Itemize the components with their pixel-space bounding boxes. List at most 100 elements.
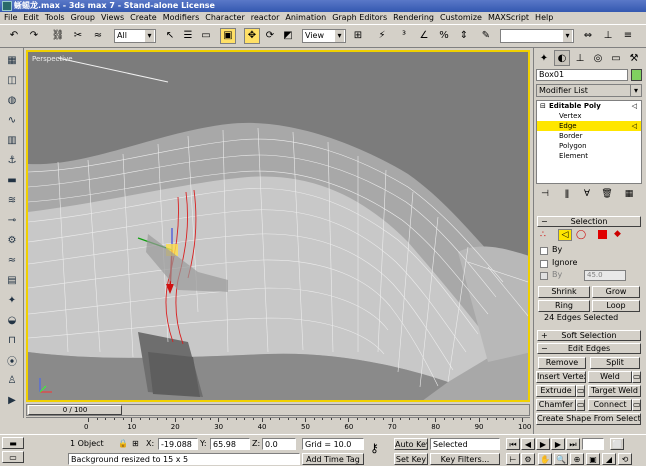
mini-listener-icon[interactable]: ▭	[2, 451, 24, 463]
menu-character[interactable]: Character	[205, 12, 245, 24]
menu-tools[interactable]: Tools	[45, 12, 65, 24]
connect-settings-button[interactable]: ▭	[632, 399, 641, 411]
deforming-mesh-icon[interactable]: ▥	[4, 132, 20, 148]
rigid-body-icon[interactable]: ▦	[4, 52, 20, 68]
redo-icon[interactable]: ↷	[26, 28, 42, 44]
selection-filter-dropdown[interactable]: All	[114, 29, 156, 43]
split-button[interactable]: Split	[590, 357, 640, 369]
menu-reactor[interactable]: reactor	[251, 12, 280, 24]
ignore-backfacing-checkbox[interactable]	[540, 260, 548, 268]
pivot-center-icon[interactable]: ⊞	[350, 28, 366, 44]
by-vertex-checkbox[interactable]	[540, 247, 548, 255]
percent-snap-icon[interactable]: %	[436, 28, 452, 44]
time-slider-thumb[interactable]: 0 / 100	[28, 405, 122, 415]
soft-body-icon[interactable]: ◍	[4, 92, 20, 108]
weld-button[interactable]: Weld	[588, 371, 632, 383]
soft-selection-rollout-header[interactable]: + Soft Selection	[537, 330, 641, 341]
reference-coordinate-dropdown[interactable]: View	[302, 29, 346, 43]
weld-settings-button[interactable]: ▭	[632, 371, 641, 383]
wind-icon[interactable]: ≈	[4, 252, 20, 268]
stack-item-edge[interactable]: Edge ◁	[537, 121, 641, 131]
field-of-view-icon[interactable]: ◢	[602, 453, 616, 465]
menu-maxscript[interactable]: MAXScript	[488, 12, 529, 24]
menu-modifiers[interactable]: Modifiers	[163, 12, 200, 24]
named-selection-sets-dropdown[interactable]	[500, 29, 574, 43]
menu-file[interactable]: File	[4, 12, 17, 24]
menu-help[interactable]: Help	[535, 12, 553, 24]
layer-manager-icon[interactable]: ≡	[620, 28, 636, 44]
make-unique-icon[interactable]: ∀	[580, 188, 594, 200]
y-coordinate-field[interactable]: 65.98	[210, 438, 250, 450]
ragdoll-icon[interactable]: ♙	[4, 372, 20, 388]
stack-base-object[interactable]: Editable Poly ◁	[537, 101, 641, 111]
z-coordinate-field[interactable]: 0.0	[262, 438, 296, 450]
motion-tab-icon[interactable]: ◎	[590, 50, 606, 66]
show-end-result-icon[interactable]: ǁ	[560, 188, 574, 200]
viewport-label[interactable]: Perspective	[32, 55, 73, 63]
rope-icon[interactable]: ∿	[4, 112, 20, 128]
select-object-icon[interactable]: ↖	[162, 28, 178, 44]
go-to-end-icon[interactable]: ⏭	[566, 438, 580, 450]
zoom-icon[interactable]: 🔍	[554, 453, 568, 465]
auto-key-button[interactable]: Auto Key	[394, 438, 428, 450]
display-tab-icon[interactable]: ▭	[608, 50, 624, 66]
align-icon[interactable]: ⊥	[600, 28, 616, 44]
zoom-extents-icon[interactable]: ▣	[586, 453, 600, 465]
pin-stack-icon[interactable]: ⊣	[538, 188, 552, 200]
ring-button[interactable]: Ring	[538, 300, 590, 312]
hinge-icon[interactable]: ⊓	[4, 332, 20, 348]
window-crossing-icon[interactable]: ▣	[220, 28, 236, 44]
object-color-swatch[interactable]	[631, 69, 642, 81]
grow-button[interactable]: Grow	[592, 286, 640, 298]
loop-button[interactable]: Loop	[592, 300, 640, 312]
motor-icon[interactable]: ⚙	[4, 232, 20, 248]
angle-snap-icon[interactable]: ∠	[416, 28, 432, 44]
fracture-icon[interactable]: ✦	[4, 292, 20, 308]
by-angle-checkbox[interactable]	[540, 272, 548, 280]
menu-rendering[interactable]: Rendering	[393, 12, 434, 24]
undo-icon[interactable]: ↶	[6, 28, 22, 44]
shrink-button[interactable]: Shrink	[538, 286, 590, 298]
remove-modifier-icon[interactable]: 🗑	[600, 188, 614, 200]
menu-views[interactable]: Views	[101, 12, 124, 24]
create-shape-from-selection-button[interactable]: Create Shape From Selection	[536, 413, 641, 425]
x-coordinate-field[interactable]: -19.088	[158, 438, 198, 450]
menu-group[interactable]: Group	[71, 12, 95, 24]
perspective-viewport[interactable]: Perspective	[26, 50, 530, 402]
stack-item-polygon[interactable]: Polygon	[537, 141, 641, 151]
go-to-start-icon[interactable]: ⏮	[506, 438, 520, 450]
water-icon[interactable]: ◒	[4, 312, 20, 328]
key-filters-button[interactable]: Key Filters...	[430, 453, 500, 465]
absolute-mode-icon[interactable]: ⊞	[132, 438, 146, 450]
toy-car-icon[interactable]: ▤	[4, 272, 20, 288]
select-and-link-icon[interactable]: ⛓	[50, 28, 66, 44]
modifier-stack[interactable]: ⊟ Editable Poly ◁ Vertex Edge ◁ Border P…	[536, 100, 642, 184]
selection-rollout-header[interactable]: − Selection	[537, 216, 641, 227]
time-slider[interactable]: 0 / 100	[26, 404, 530, 416]
bind-space-warp-icon[interactable]: ≈	[90, 28, 106, 44]
edit-edges-rollout-header[interactable]: − Edit Edges	[537, 343, 641, 354]
menu-create[interactable]: Create	[130, 12, 157, 24]
insert-vertex-button[interactable]: Insert Vertex	[536, 371, 586, 383]
orbit-icon[interactable]: ⟲	[618, 453, 632, 465]
edge-mode-button-icon[interactable]: ◁	[558, 229, 572, 241]
stack-item-vertex[interactable]: Vertex	[537, 111, 641, 121]
menu-edit[interactable]: Edit	[23, 12, 39, 24]
border-mode-icon[interactable]: ◯	[576, 230, 586, 240]
menu-animation[interactable]: Animation	[285, 12, 326, 24]
chamfer-button[interactable]: Chamfer	[536, 399, 576, 411]
remove-button[interactable]: Remove	[538, 357, 586, 369]
stack-item-element[interactable]: Element	[537, 151, 641, 161]
select-and-move-icon[interactable]: ✥	[244, 28, 260, 44]
rectangular-selection-icon[interactable]: ▭	[198, 28, 214, 44]
set-key-button[interactable]: Set Key	[394, 453, 428, 465]
play-icon[interactable]: ▶	[536, 438, 550, 450]
angle-spinner[interactable]: 45.0	[584, 270, 626, 281]
select-by-name-icon[interactable]: ☰	[180, 28, 196, 44]
preview-animation-icon[interactable]: ▶	[4, 392, 20, 408]
modifier-list-dropdown[interactable]: Modifier List	[536, 84, 642, 97]
element-mode-icon[interactable]: ◆	[614, 229, 621, 239]
next-frame-icon[interactable]: ▶	[551, 438, 565, 450]
object-name-field[interactable]: Box01	[536, 69, 628, 81]
vertex-mode-icon[interactable]: ∴	[540, 230, 546, 240]
